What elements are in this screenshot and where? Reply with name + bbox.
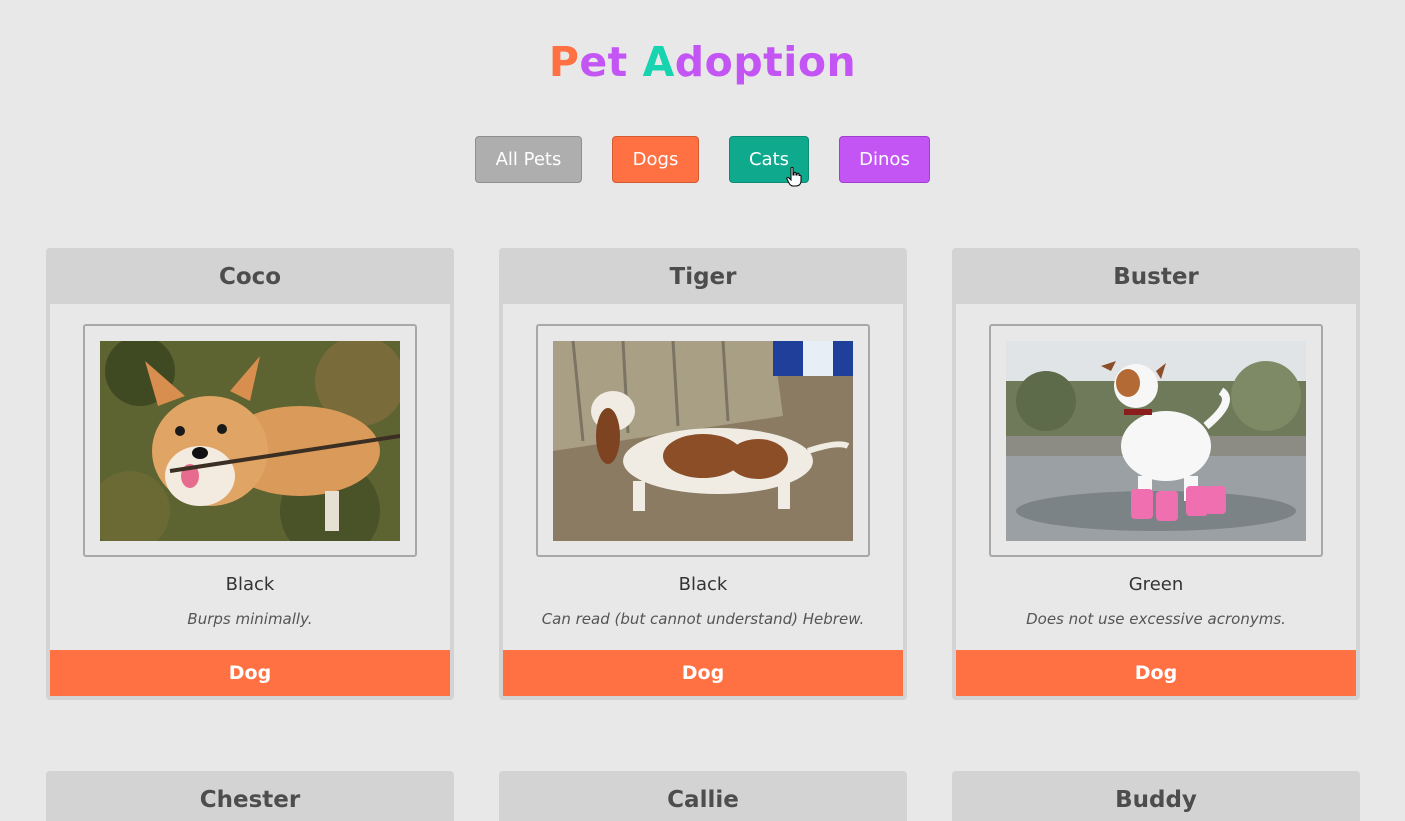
pet-card: Buddy — [952, 771, 1360, 821]
pet-name: Buster — [1113, 264, 1199, 290]
page-title: Pet Adoption — [0, 38, 1405, 86]
pet-type-badge: Dog — [503, 650, 903, 696]
pet-name: Buddy — [1115, 787, 1197, 813]
pet-photo-frame — [989, 324, 1323, 557]
filter-all-pets-button[interactable]: All Pets — [475, 136, 582, 183]
terrier-photo-illustration — [1006, 341, 1306, 541]
title-rest-doption: doption — [674, 38, 857, 86]
filter-dinos-button[interactable]: Dinos — [839, 136, 930, 183]
pet-card-body: Green Does not use excessive acronyms. — [956, 304, 1356, 650]
title-rest-et: et — [579, 38, 628, 86]
pet-photo-frame — [83, 324, 417, 557]
pet-card-body: Black Can read (but cannot understand) H… — [503, 304, 903, 650]
pet-type-badge: Dog — [956, 650, 1356, 696]
pet-description: Burps minimally. — [187, 610, 313, 628]
pet-name: Chester — [199, 787, 301, 813]
pet-card: Buster Green Does not use excessive acro… — [952, 248, 1360, 700]
pet-card-body: Black Burps minimally. — [50, 304, 450, 650]
pet-photo — [553, 341, 853, 541]
pet-description: Can read (but cannot understand) Hebrew. — [541, 610, 865, 628]
pet-card: Coco Black Burps minimally. Dog — [46, 248, 454, 700]
filter-dogs-button[interactable]: Dogs — [612, 136, 699, 183]
pet-photo-frame — [536, 324, 870, 557]
basset-hound-photo-illustration — [553, 341, 853, 541]
pet-color: Black — [678, 574, 728, 595]
pet-description: Does not use excessive acronyms. — [1026, 610, 1286, 628]
pet-photo — [100, 341, 400, 541]
pet-type-badge: Dog — [50, 650, 450, 696]
pet-name: Callie — [667, 787, 739, 813]
pet-name: Coco — [218, 264, 282, 290]
pet-card: Tiger Black Can read (but cannot underst… — [499, 248, 907, 700]
corgi-photo-illustration — [100, 341, 400, 541]
pet-name: Tiger — [669, 264, 737, 290]
pet-photo — [1006, 341, 1306, 541]
pet-color: Black — [225, 574, 275, 595]
pet-card: Chester — [46, 771, 454, 821]
pet-adoption-page: Pet Adoption All Pets Dogs Cats Dinos Co… — [0, 0, 1405, 821]
pet-color: Green — [1128, 574, 1184, 595]
title-initial-a: A — [642, 38, 675, 86]
pet-card: Callie — [499, 771, 907, 821]
hand-pointer-cursor-icon — [786, 167, 802, 187]
title-initial-p: P — [548, 38, 580, 86]
